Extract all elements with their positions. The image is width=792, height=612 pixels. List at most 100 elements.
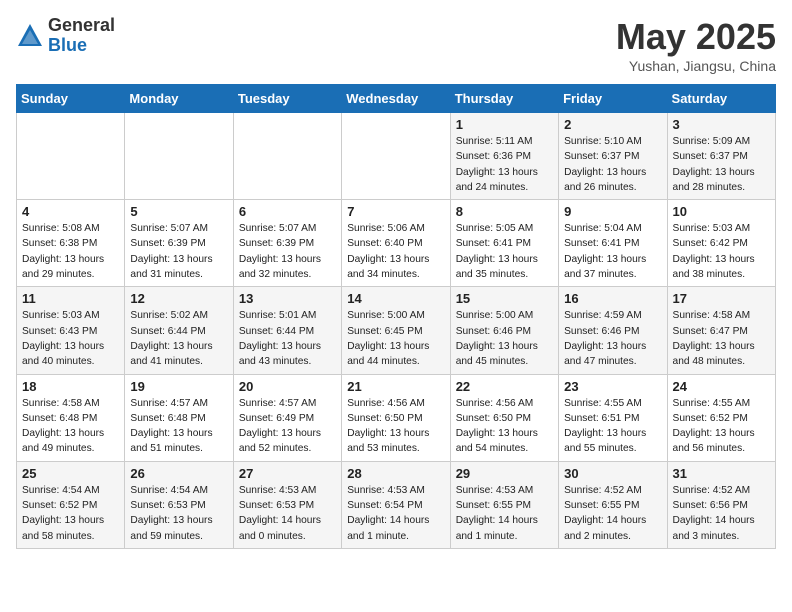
header-row: SundayMondayTuesdayWednesdayThursdayFrid… <box>17 85 776 113</box>
calendar-body: 1 Sunrise: 5:11 AM Sunset: 6:36 PM Daylig… <box>17 113 776 549</box>
calendar-cell <box>342 113 450 200</box>
calendar-cell: 3 Sunrise: 5:09 AM Sunset: 6:37 PM Daylig… <box>667 113 775 200</box>
weekday-header: Monday <box>125 85 233 113</box>
calendar-cell: 25 Sunrise: 4:54 AM Sunset: 6:52 PM Dayli… <box>17 461 125 548</box>
day-number: 18 <box>22 379 119 394</box>
day-number: 28 <box>347 466 444 481</box>
weekday-header: Wednesday <box>342 85 450 113</box>
weekday-header: Saturday <box>667 85 775 113</box>
day-number: 19 <box>130 379 227 394</box>
logo-blue: Blue <box>48 36 115 56</box>
calendar-cell: 19 Sunrise: 4:57 AM Sunset: 6:48 PM Dayli… <box>125 374 233 461</box>
day-info: Sunrise: 5:00 AM Sunset: 6:45 PM Dayligh… <box>347 308 444 369</box>
calendar-cell: 11 Sunrise: 5:03 AM Sunset: 6:43 PM Dayli… <box>17 287 125 374</box>
logo-text: General Blue <box>48 16 115 56</box>
day-number: 15 <box>456 291 553 306</box>
day-info: Sunrise: 4:59 AM Sunset: 6:46 PM Dayligh… <box>564 308 661 369</box>
calendar-week-row: 4 Sunrise: 5:08 AM Sunset: 6:38 PM Daylig… <box>17 200 776 287</box>
day-number: 23 <box>564 379 661 394</box>
day-number: 4 <box>22 204 119 219</box>
day-info: Sunrise: 4:57 AM Sunset: 6:49 PM Dayligh… <box>239 396 336 457</box>
day-info: Sunrise: 4:55 AM Sunset: 6:51 PM Dayligh… <box>564 396 661 457</box>
day-info: Sunrise: 5:02 AM Sunset: 6:44 PM Dayligh… <box>130 308 227 369</box>
day-info: Sunrise: 4:58 AM Sunset: 6:48 PM Dayligh… <box>22 396 119 457</box>
calendar-cell: 8 Sunrise: 5:05 AM Sunset: 6:41 PM Daylig… <box>450 200 558 287</box>
calendar-header: SundayMondayTuesdayWednesdayThursdayFrid… <box>17 85 776 113</box>
day-number: 5 <box>130 204 227 219</box>
calendar-cell: 26 Sunrise: 4:54 AM Sunset: 6:53 PM Dayli… <box>125 461 233 548</box>
calendar-cell: 10Sunrise: 5:03 AM Sunset: 6:42 PM Dayli… <box>667 200 775 287</box>
day-number: 30 <box>564 466 661 481</box>
page-header: General Blue May 2025 Yushan, Jiangsu, C… <box>16 16 776 74</box>
calendar-cell: 30 Sunrise: 4:52 AM Sunset: 6:55 PM Dayli… <box>559 461 667 548</box>
day-number: 21 <box>347 379 444 394</box>
day-info: Sunrise: 4:57 AM Sunset: 6:48 PM Dayligh… <box>130 396 227 457</box>
day-number: 27 <box>239 466 336 481</box>
calendar-cell <box>125 113 233 200</box>
calendar-week-row: 18 Sunrise: 4:58 AM Sunset: 6:48 PM Dayli… <box>17 374 776 461</box>
day-info: Sunrise: 5:06 AM Sunset: 6:40 PM Dayligh… <box>347 221 444 282</box>
day-number: 22 <box>456 379 553 394</box>
day-info: Sunrise: 5:10 AM Sunset: 6:37 PM Dayligh… <box>564 134 661 195</box>
day-number: 26 <box>130 466 227 481</box>
day-number: 12 <box>130 291 227 306</box>
day-info: Sunrise: 5:08 AM Sunset: 6:38 PM Dayligh… <box>22 221 119 282</box>
calendar-week-row: 25 Sunrise: 4:54 AM Sunset: 6:52 PM Dayli… <box>17 461 776 548</box>
day-number: 29 <box>456 466 553 481</box>
calendar-cell: 14 Sunrise: 5:00 AM Sunset: 6:45 PM Dayli… <box>342 287 450 374</box>
day-info: Sunrise: 4:58 AM Sunset: 6:47 PM Dayligh… <box>673 308 770 369</box>
weekday-header: Thursday <box>450 85 558 113</box>
day-info: Sunrise: 5:07 AM Sunset: 6:39 PM Dayligh… <box>130 221 227 282</box>
day-number: 10 <box>673 204 770 219</box>
day-number: 13 <box>239 291 336 306</box>
weekday-header: Friday <box>559 85 667 113</box>
calendar-cell: 1 Sunrise: 5:11 AM Sunset: 6:36 PM Daylig… <box>450 113 558 200</box>
day-number: 24 <box>673 379 770 394</box>
day-info: Sunrise: 4:52 AM Sunset: 6:55 PM Dayligh… <box>564 483 661 544</box>
location: Yushan, Jiangsu, China <box>616 58 776 74</box>
calendar-week-row: 1 Sunrise: 5:11 AM Sunset: 6:36 PM Daylig… <box>17 113 776 200</box>
day-info: Sunrise: 5:07 AM Sunset: 6:39 PM Dayligh… <box>239 221 336 282</box>
calendar-table: SundayMondayTuesdayWednesdayThursdayFrid… <box>16 84 776 549</box>
title-block: May 2025 Yushan, Jiangsu, China <box>616 16 776 74</box>
calendar-cell: 31 Sunrise: 4:52 AM Sunset: 6:56 PM Dayli… <box>667 461 775 548</box>
calendar-cell: 17Sunrise: 4:58 AM Sunset: 6:47 PM Dayli… <box>667 287 775 374</box>
day-number: 9 <box>564 204 661 219</box>
calendar-cell: 23 Sunrise: 4:55 AM Sunset: 6:51 PM Dayli… <box>559 374 667 461</box>
calendar-cell: 21 Sunrise: 4:56 AM Sunset: 6:50 PM Dayli… <box>342 374 450 461</box>
calendar-week-row: 11 Sunrise: 5:03 AM Sunset: 6:43 PM Dayli… <box>17 287 776 374</box>
day-number: 31 <box>673 466 770 481</box>
day-info: Sunrise: 5:11 AM Sunset: 6:36 PM Dayligh… <box>456 134 553 195</box>
day-number: 8 <box>456 204 553 219</box>
day-number: 6 <box>239 204 336 219</box>
calendar-cell: 24 Sunrise: 4:55 AM Sunset: 6:52 PM Dayli… <box>667 374 775 461</box>
day-info: Sunrise: 4:56 AM Sunset: 6:50 PM Dayligh… <box>347 396 444 457</box>
day-info: Sunrise: 5:01 AM Sunset: 6:44 PM Dayligh… <box>239 308 336 369</box>
logo-icon <box>16 22 44 50</box>
day-info: Sunrise: 5:03 AM Sunset: 6:43 PM Dayligh… <box>22 308 119 369</box>
day-number: 1 <box>456 117 553 132</box>
weekday-header: Sunday <box>17 85 125 113</box>
calendar-cell: 5 Sunrise: 5:07 AM Sunset: 6:39 PM Daylig… <box>125 200 233 287</box>
day-info: Sunrise: 4:55 AM Sunset: 6:52 PM Dayligh… <box>673 396 770 457</box>
day-info: Sunrise: 4:53 AM Sunset: 6:54 PM Dayligh… <box>347 483 444 544</box>
day-number: 3 <box>673 117 770 132</box>
calendar-cell: 7 Sunrise: 5:06 AM Sunset: 6:40 PM Daylig… <box>342 200 450 287</box>
day-number: 14 <box>347 291 444 306</box>
day-info: Sunrise: 4:54 AM Sunset: 6:52 PM Dayligh… <box>22 483 119 544</box>
weekday-header: Tuesday <box>233 85 341 113</box>
calendar-cell: 13 Sunrise: 5:01 AM Sunset: 6:44 PM Dayli… <box>233 287 341 374</box>
calendar-cell: 15 Sunrise: 5:00 AM Sunset: 6:46 PM Dayli… <box>450 287 558 374</box>
calendar-cell: 12 Sunrise: 5:02 AM Sunset: 6:44 PM Dayli… <box>125 287 233 374</box>
day-info: Sunrise: 5:09 AM Sunset: 6:37 PM Dayligh… <box>673 134 770 195</box>
calendar-cell: 4 Sunrise: 5:08 AM Sunset: 6:38 PM Daylig… <box>17 200 125 287</box>
day-info: Sunrise: 4:54 AM Sunset: 6:53 PM Dayligh… <box>130 483 227 544</box>
calendar-cell: 2Sunrise: 5:10 AM Sunset: 6:37 PM Daylig… <box>559 113 667 200</box>
day-number: 7 <box>347 204 444 219</box>
day-info: Sunrise: 5:00 AM Sunset: 6:46 PM Dayligh… <box>456 308 553 369</box>
day-info: Sunrise: 4:56 AM Sunset: 6:50 PM Dayligh… <box>456 396 553 457</box>
day-info: Sunrise: 5:05 AM Sunset: 6:41 PM Dayligh… <box>456 221 553 282</box>
day-info: Sunrise: 4:52 AM Sunset: 6:56 PM Dayligh… <box>673 483 770 544</box>
day-number: 11 <box>22 291 119 306</box>
day-number: 25 <box>22 466 119 481</box>
